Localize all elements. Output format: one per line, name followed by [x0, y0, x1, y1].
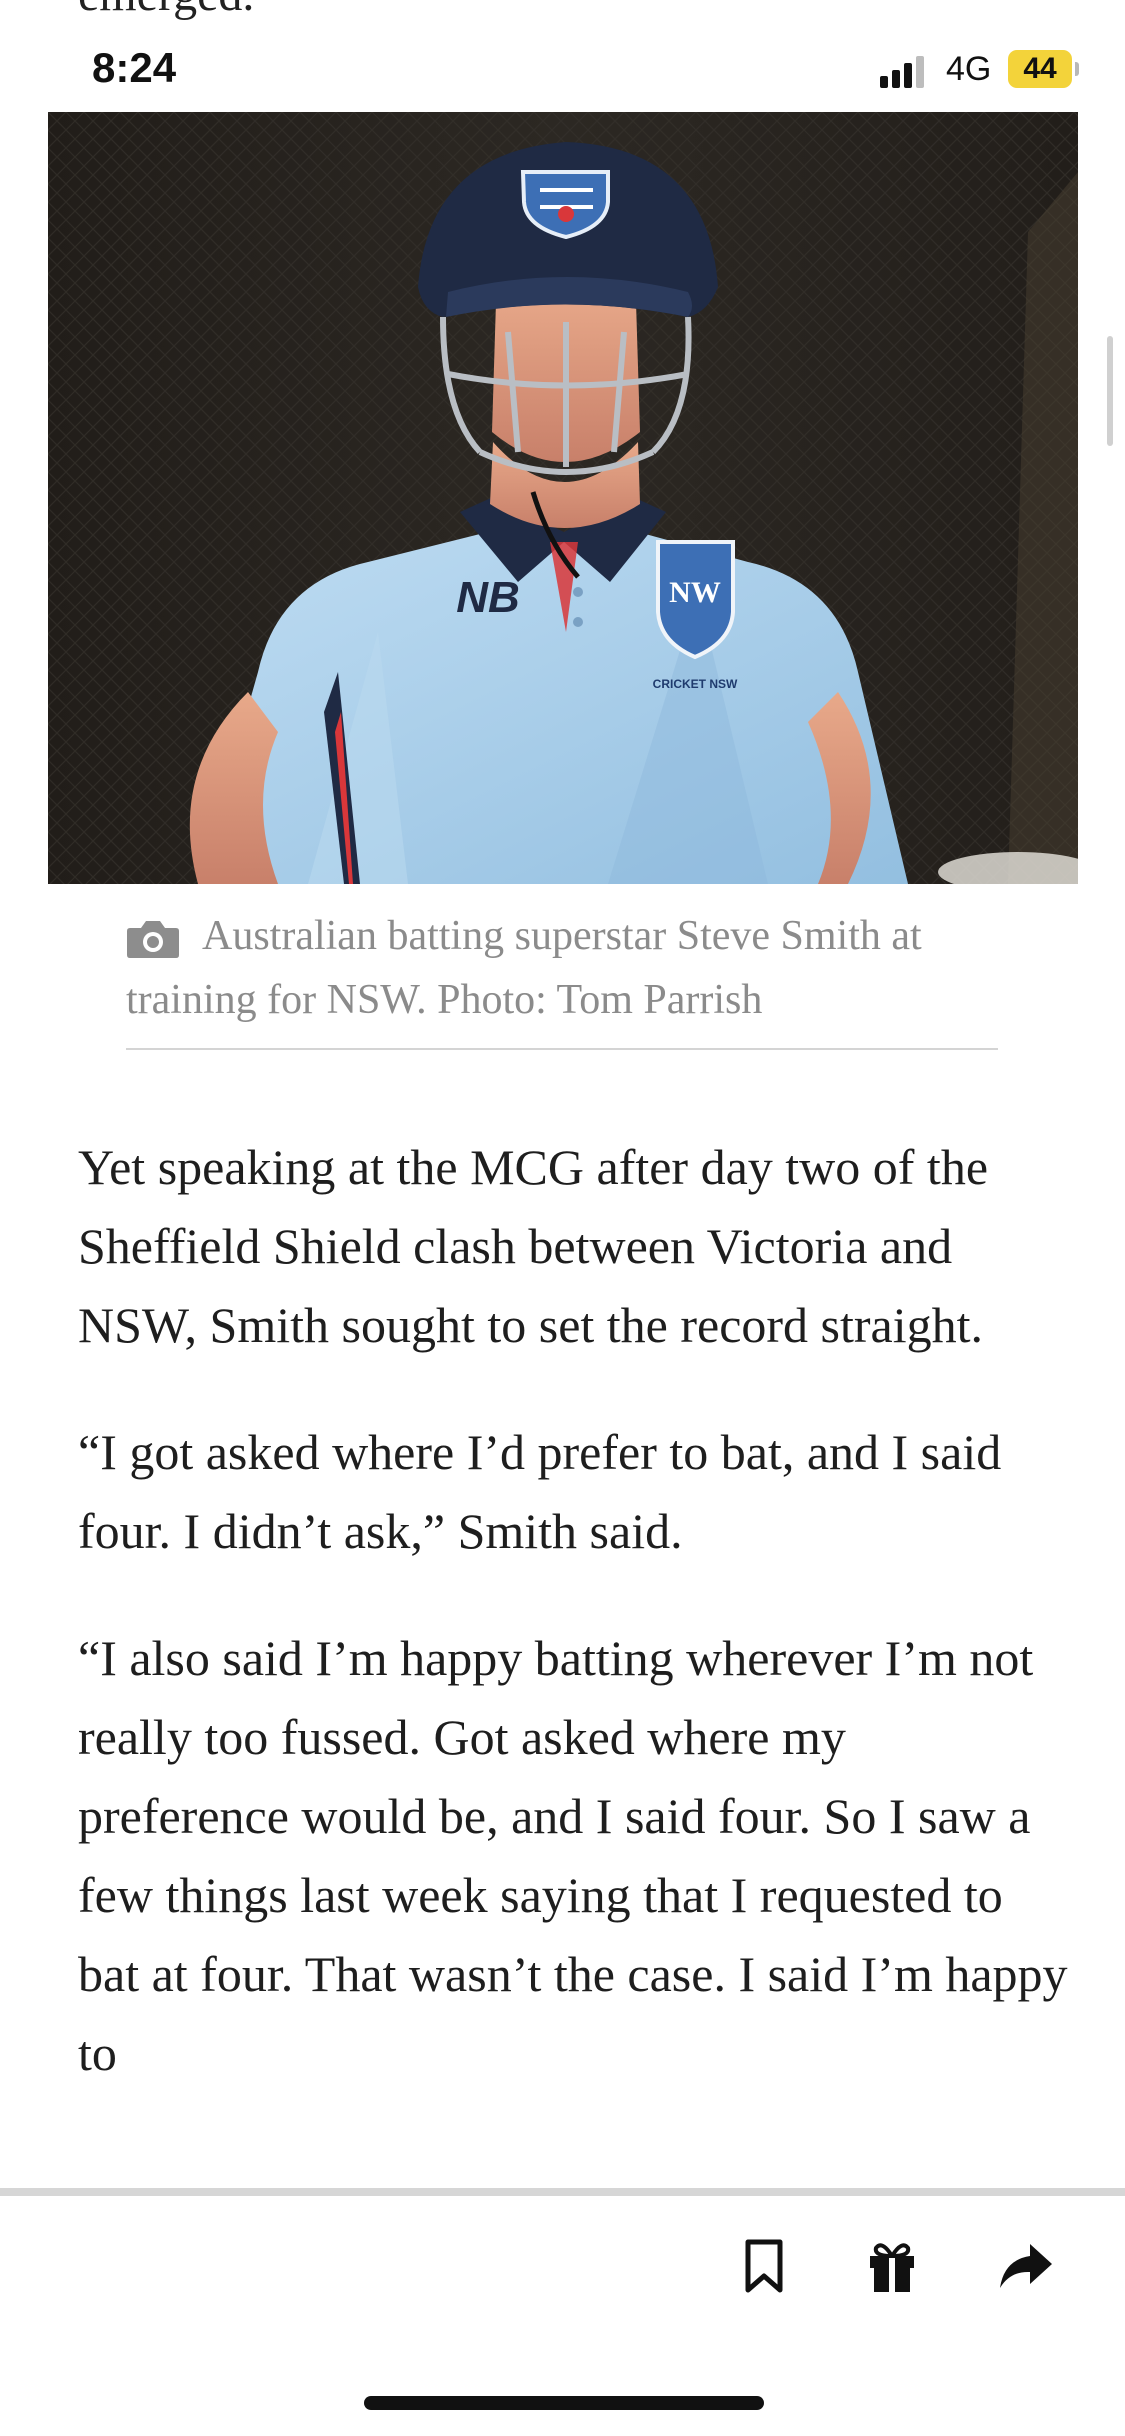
gift-icon[interactable]: [864, 2238, 920, 2294]
article-photo[interactable]: NW CRICKET NSW NB: [48, 112, 1078, 884]
article-paragraph: “I got asked where I’d prefer to bat, an…: [78, 1424, 1002, 1559]
network-type: 4G: [946, 50, 992, 88]
shirt-logo-text: NW: [669, 576, 721, 609]
battery-tip: [1075, 62, 1079, 76]
photo-caption: Australian batting superstar Steve Smith…: [126, 904, 998, 1050]
scroll-indicator[interactable]: [1107, 336, 1113, 446]
article-text-fragment: emerged.: [78, 0, 254, 30]
cricketer-photo-illustration: NW CRICKET NSW NB: [48, 112, 1078, 884]
battery-level: 44: [1023, 52, 1057, 85]
status-bar: 8:24 4G 44: [0, 30, 1125, 110]
share-icon[interactable]: [998, 2238, 1054, 2294]
caption-text: Australian batting superstar Steve Smith…: [126, 913, 922, 1023]
camera-icon: [127, 921, 179, 958]
article-body: Yet speaking at the MCG after day two of…: [78, 1128, 1068, 2141]
shirt-brand-logo: NB: [456, 573, 520, 622]
shirt-crest-label: CRICKET NSW: [653, 677, 738, 691]
toolbar-divider: [0, 2188, 1125, 2196]
article-paragraph: “I also said I’m happy batting wherever …: [78, 1630, 1068, 2081]
bookmark-icon[interactable]: [736, 2238, 792, 2294]
signal-strength-icon: [880, 56, 924, 88]
battery-indicator: 44: [1008, 50, 1072, 88]
status-time: 8:24: [92, 44, 177, 91]
article-paragraph: Yet speaking at the MCG after day two of…: [78, 1139, 989, 1353]
home-indicator[interactable]: [364, 2396, 764, 2410]
